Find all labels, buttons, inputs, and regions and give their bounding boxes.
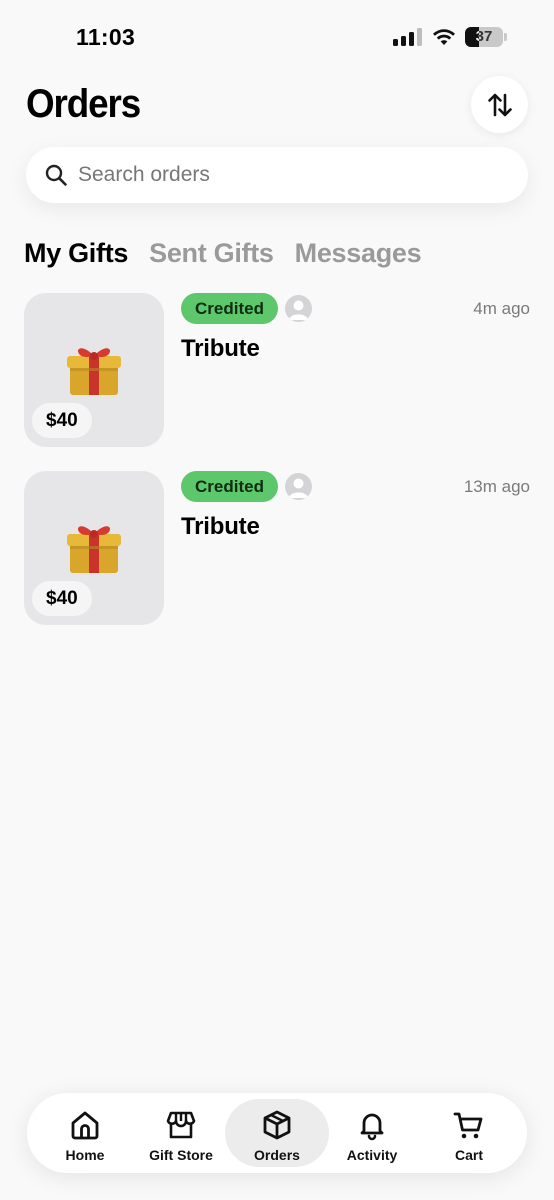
avatar [285,295,312,322]
cellular-signal-icon [393,28,423,46]
order-thumbnail: $40 [24,293,164,447]
user-avatar-icon [289,478,308,498]
sort-arrows-icon [487,93,512,116]
battery-icon: 37 [465,27,507,47]
bell-icon [360,1113,384,1141]
nav-home[interactable]: Home [33,1099,137,1167]
order-title: Tribute [181,513,260,540]
order-time: 4m ago [473,299,530,318]
bottom-nav: Home Gift Store Orders Activity Cart [27,1093,527,1173]
gift-box-icon [67,526,121,573]
price-tag: $40 [32,403,92,438]
status-badge: Credited [181,293,278,324]
user-avatar-icon [289,300,308,320]
order-list: $40 Credited 4m ago Tribute $40 Credited… [24,293,530,649]
status-time: 11:03 [76,24,136,50]
nav-label: Activity [346,1147,398,1163]
tab-sent-gifts[interactable]: Sent Gifts [149,238,274,269]
package-icon [263,1110,291,1140]
gift-box-icon [67,348,121,395]
order-title: Tribute [181,335,260,362]
store-icon [166,1111,196,1139]
price-tag: $40 [32,581,92,616]
nav-cart[interactable]: Cart [417,1099,521,1167]
search-input[interactable] [78,163,498,187]
order-item[interactable]: $40 Credited 13m ago Tribute [24,471,530,625]
order-tabs: My Gifts Sent Gifts Messages [24,238,422,269]
sort-button[interactable] [471,76,528,133]
nav-orders[interactable]: Orders [225,1099,329,1167]
cart-icon [453,1112,483,1139]
page-title: Orders [26,82,141,126]
nav-label: Orders [254,1147,300,1163]
nav-label: Home [65,1147,105,1163]
tab-messages[interactable]: Messages [295,238,422,269]
search-bar[interactable] [26,147,528,203]
nav-gift-store[interactable]: Gift Store [129,1099,233,1167]
avatar [285,473,312,500]
nav-label: Cart [454,1147,483,1163]
search-icon [45,164,67,186]
nav-label: Gift Store [149,1147,213,1163]
tab-my-gifts[interactable]: My Gifts [24,238,128,269]
status-badge: Credited [181,471,278,502]
battery-percent: 37 [475,28,493,45]
nav-activity[interactable]: Activity [320,1099,424,1167]
wifi-icon [433,29,455,45]
status-bar: 11:03 37 [0,0,554,72]
order-item[interactable]: $40 Credited 4m ago Tribute [24,293,530,447]
home-icon [71,1111,99,1140]
order-thumbnail: $40 [24,471,164,625]
order-time: 13m ago [463,477,530,496]
orders-screen: 11:03 37 Orders Search orders My Gifts S… [0,0,554,1200]
